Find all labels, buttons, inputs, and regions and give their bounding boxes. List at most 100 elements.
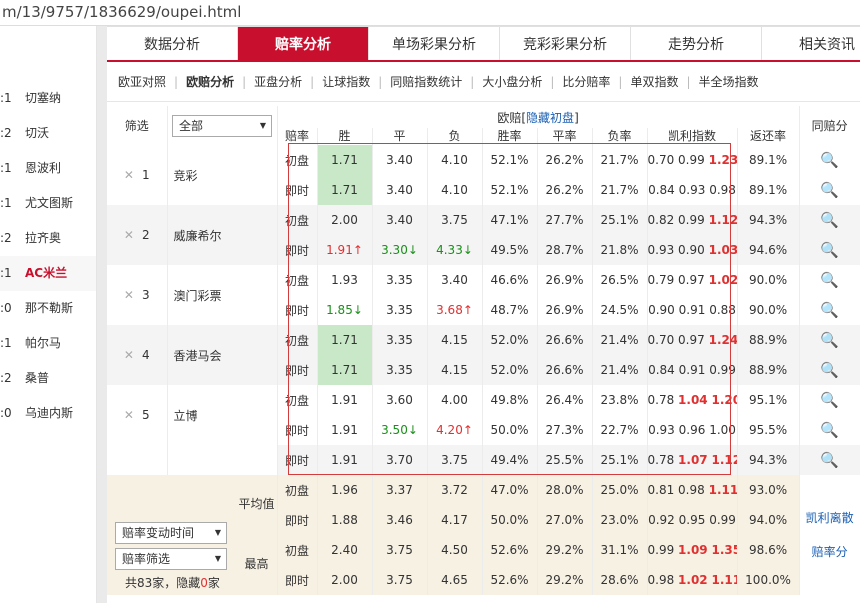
odds-value: 1.96 (317, 475, 373, 505)
search-icon[interactable]: 🔍 (799, 265, 860, 295)
match-score: :1 (0, 161, 12, 175)
search-icon[interactable]: 🔍 (799, 145, 860, 175)
company-name[interactable]: 立博 (167, 385, 278, 445)
search-icon[interactable]: 🔍 (799, 235, 860, 265)
col-lose: 负 (427, 128, 483, 145)
tab-0[interactable]: 数据分析 (107, 26, 238, 60)
odds-value: 1.91↑ (317, 235, 373, 265)
kelly-link[interactable]: 凯利离散 (800, 501, 860, 535)
empty (107, 445, 168, 475)
live-label: 即时 (277, 175, 318, 205)
lose-rate: 21.4% (592, 325, 648, 355)
odds-value: 3.35 (372, 295, 428, 325)
max-label: 最高 (244, 557, 269, 571)
subnav-item[interactable]: 比分赔率 (562, 75, 610, 89)
kelly-values: 0.70 0.97 1.24 (647, 325, 738, 355)
subnav-item[interactable]: 欧亚对照 (118, 75, 166, 89)
main-panel: 数据分析 赔率分析 单场彩果分析 竞彩彩果分析 走势分析 相关资讯 欧亚对照 | 欧赔分析 | 亚… (107, 26, 860, 603)
company-name[interactable]: 威廉希尔 (167, 205, 278, 265)
search-icon[interactable]: 🔍 (799, 415, 860, 445)
sidebar-match-item[interactable]: :1 AC米兰 (0, 256, 96, 291)
search-icon[interactable]: 🔍 (799, 175, 860, 205)
subnav-item[interactable]: 同赔指数统计 (390, 75, 462, 89)
lose-rate: 26.5% (592, 265, 648, 295)
odds-value: 1.85↓ (317, 295, 373, 325)
close-icon[interactable]: ✕ (124, 168, 134, 182)
search-icon[interactable]: 🔍 (799, 325, 860, 355)
tab-5[interactable]: 相关资讯 (762, 26, 860, 60)
average-label: 平均值 (238, 497, 275, 511)
close-icon[interactable]: ✕ (124, 408, 134, 422)
kelly-values: 0.82 0.99 1.12 (647, 205, 738, 235)
odds-value: 1.71 (317, 145, 373, 175)
odds-value: 4.10 (427, 175, 483, 205)
company-name[interactable]: 澳门彩票 (167, 265, 278, 325)
subnav-item[interactable]: 大小盘分析 (482, 75, 542, 89)
odds-value: 1.91 (317, 385, 373, 415)
hide-initial-link[interactable]: 隐藏初盘 (526, 111, 574, 125)
return-rate: 88.9% (737, 355, 800, 385)
draw-rate: 29.2% (537, 535, 593, 565)
team-name: 帕尔马 (25, 336, 62, 350)
tab-1[interactable]: 赔率分析 (238, 26, 369, 60)
sidebar-match-item[interactable]: :1 尤文图斯 (0, 186, 96, 221)
return-rate: 94.6% (737, 235, 800, 265)
draw-rate: 26.2% (537, 145, 593, 175)
search-icon[interactable]: 🔍 (799, 295, 860, 325)
tab-2[interactable]: 单场彩果分析 (369, 26, 500, 60)
return-rate: 89.1% (737, 145, 800, 175)
kelly-values: 0.93 0.90 1.03 (647, 235, 738, 265)
nav-separator: | (174, 75, 179, 89)
sidebar-match-item[interactable]: :1 恩波利 (0, 151, 96, 186)
sidebar-match-item[interactable]: :2 切沃 (0, 116, 96, 151)
kelly-values: 0.84 0.93 0.98 (647, 175, 738, 205)
odds-value: 3.68↑ (427, 295, 483, 325)
close-icon[interactable]: ✕ (124, 228, 134, 242)
search-icon[interactable]: 🔍 (799, 205, 860, 235)
sidebar-match-item[interactable]: :2 拉齐奥 (0, 221, 96, 256)
odds-filter-select[interactable]: 赔率筛选 ▼ (115, 548, 227, 570)
lose-rate: 22.7% (592, 415, 648, 445)
sidebar-match-item[interactable]: :0 那不勒斯 (0, 291, 96, 326)
subnav-item[interactable]: 单双指数 (630, 75, 678, 89)
odds-value: 1.91 (317, 445, 373, 475)
odds-link[interactable]: 赔率分 (800, 535, 860, 569)
company-index: ✕ 1 (107, 145, 168, 205)
odds-value: 3.50↓ (372, 415, 428, 445)
initial-label: 初盘 (277, 205, 318, 235)
match-score: :0 (0, 301, 12, 315)
subnav-item[interactable]: 让球指数 (322, 75, 370, 89)
odds-value: 3.35 (372, 325, 428, 355)
url-bar[interactable]: m/13/9757/1836629/oupei.html (0, 0, 860, 26)
col-odds: 赔率 (277, 128, 318, 145)
subnav-item[interactable]: 亚盘分析 (254, 75, 302, 89)
change-time-select[interactable]: 赔率变动时间 ▼ (115, 522, 227, 544)
close-icon[interactable]: ✕ (124, 348, 134, 362)
odds-value: 1.88 (317, 505, 373, 535)
sidebar-match-item[interactable]: :1 帕尔马 (0, 326, 96, 361)
company-index: ✕ 3 (107, 265, 168, 325)
company-filter-select[interactable]: 全部 ▼ (172, 114, 272, 137)
close-icon[interactable]: ✕ (124, 288, 134, 302)
odds-value: 3.75 (427, 445, 483, 475)
match-score: :1 (0, 266, 12, 280)
sidebar-match-item[interactable]: :0 乌迪内斯 (0, 396, 96, 431)
subnav-item[interactable]: 半全场指数 (699, 75, 759, 89)
live-label: 即时 (277, 505, 318, 535)
company-name[interactable]: 香港马会 (167, 325, 278, 385)
tab-3[interactable]: 竞彩彩果分析 (500, 26, 631, 60)
subnav-item[interactable]: 欧赔分析 (186, 75, 234, 89)
sidebar-match-item[interactable]: :1 切塞纳 (0, 81, 96, 116)
company-name[interactable]: 竞彩 (167, 145, 278, 205)
team-name: 尤文图斯 (25, 196, 74, 210)
lose-rate: 25.1% (592, 445, 648, 475)
search-icon[interactable]: 🔍 (799, 385, 860, 415)
return-rate: 88.9% (737, 325, 800, 355)
draw-rate: 26.4% (537, 385, 593, 415)
search-icon[interactable]: 🔍 (799, 445, 860, 475)
tab-4[interactable]: 走势分析 (631, 26, 762, 60)
search-icon[interactable]: 🔍 (799, 355, 860, 385)
draw-rate: 27.3% (537, 415, 593, 445)
lose-rate: 25.0% (592, 475, 648, 505)
sidebar-match-item[interactable]: :2 桑普 (0, 361, 96, 396)
